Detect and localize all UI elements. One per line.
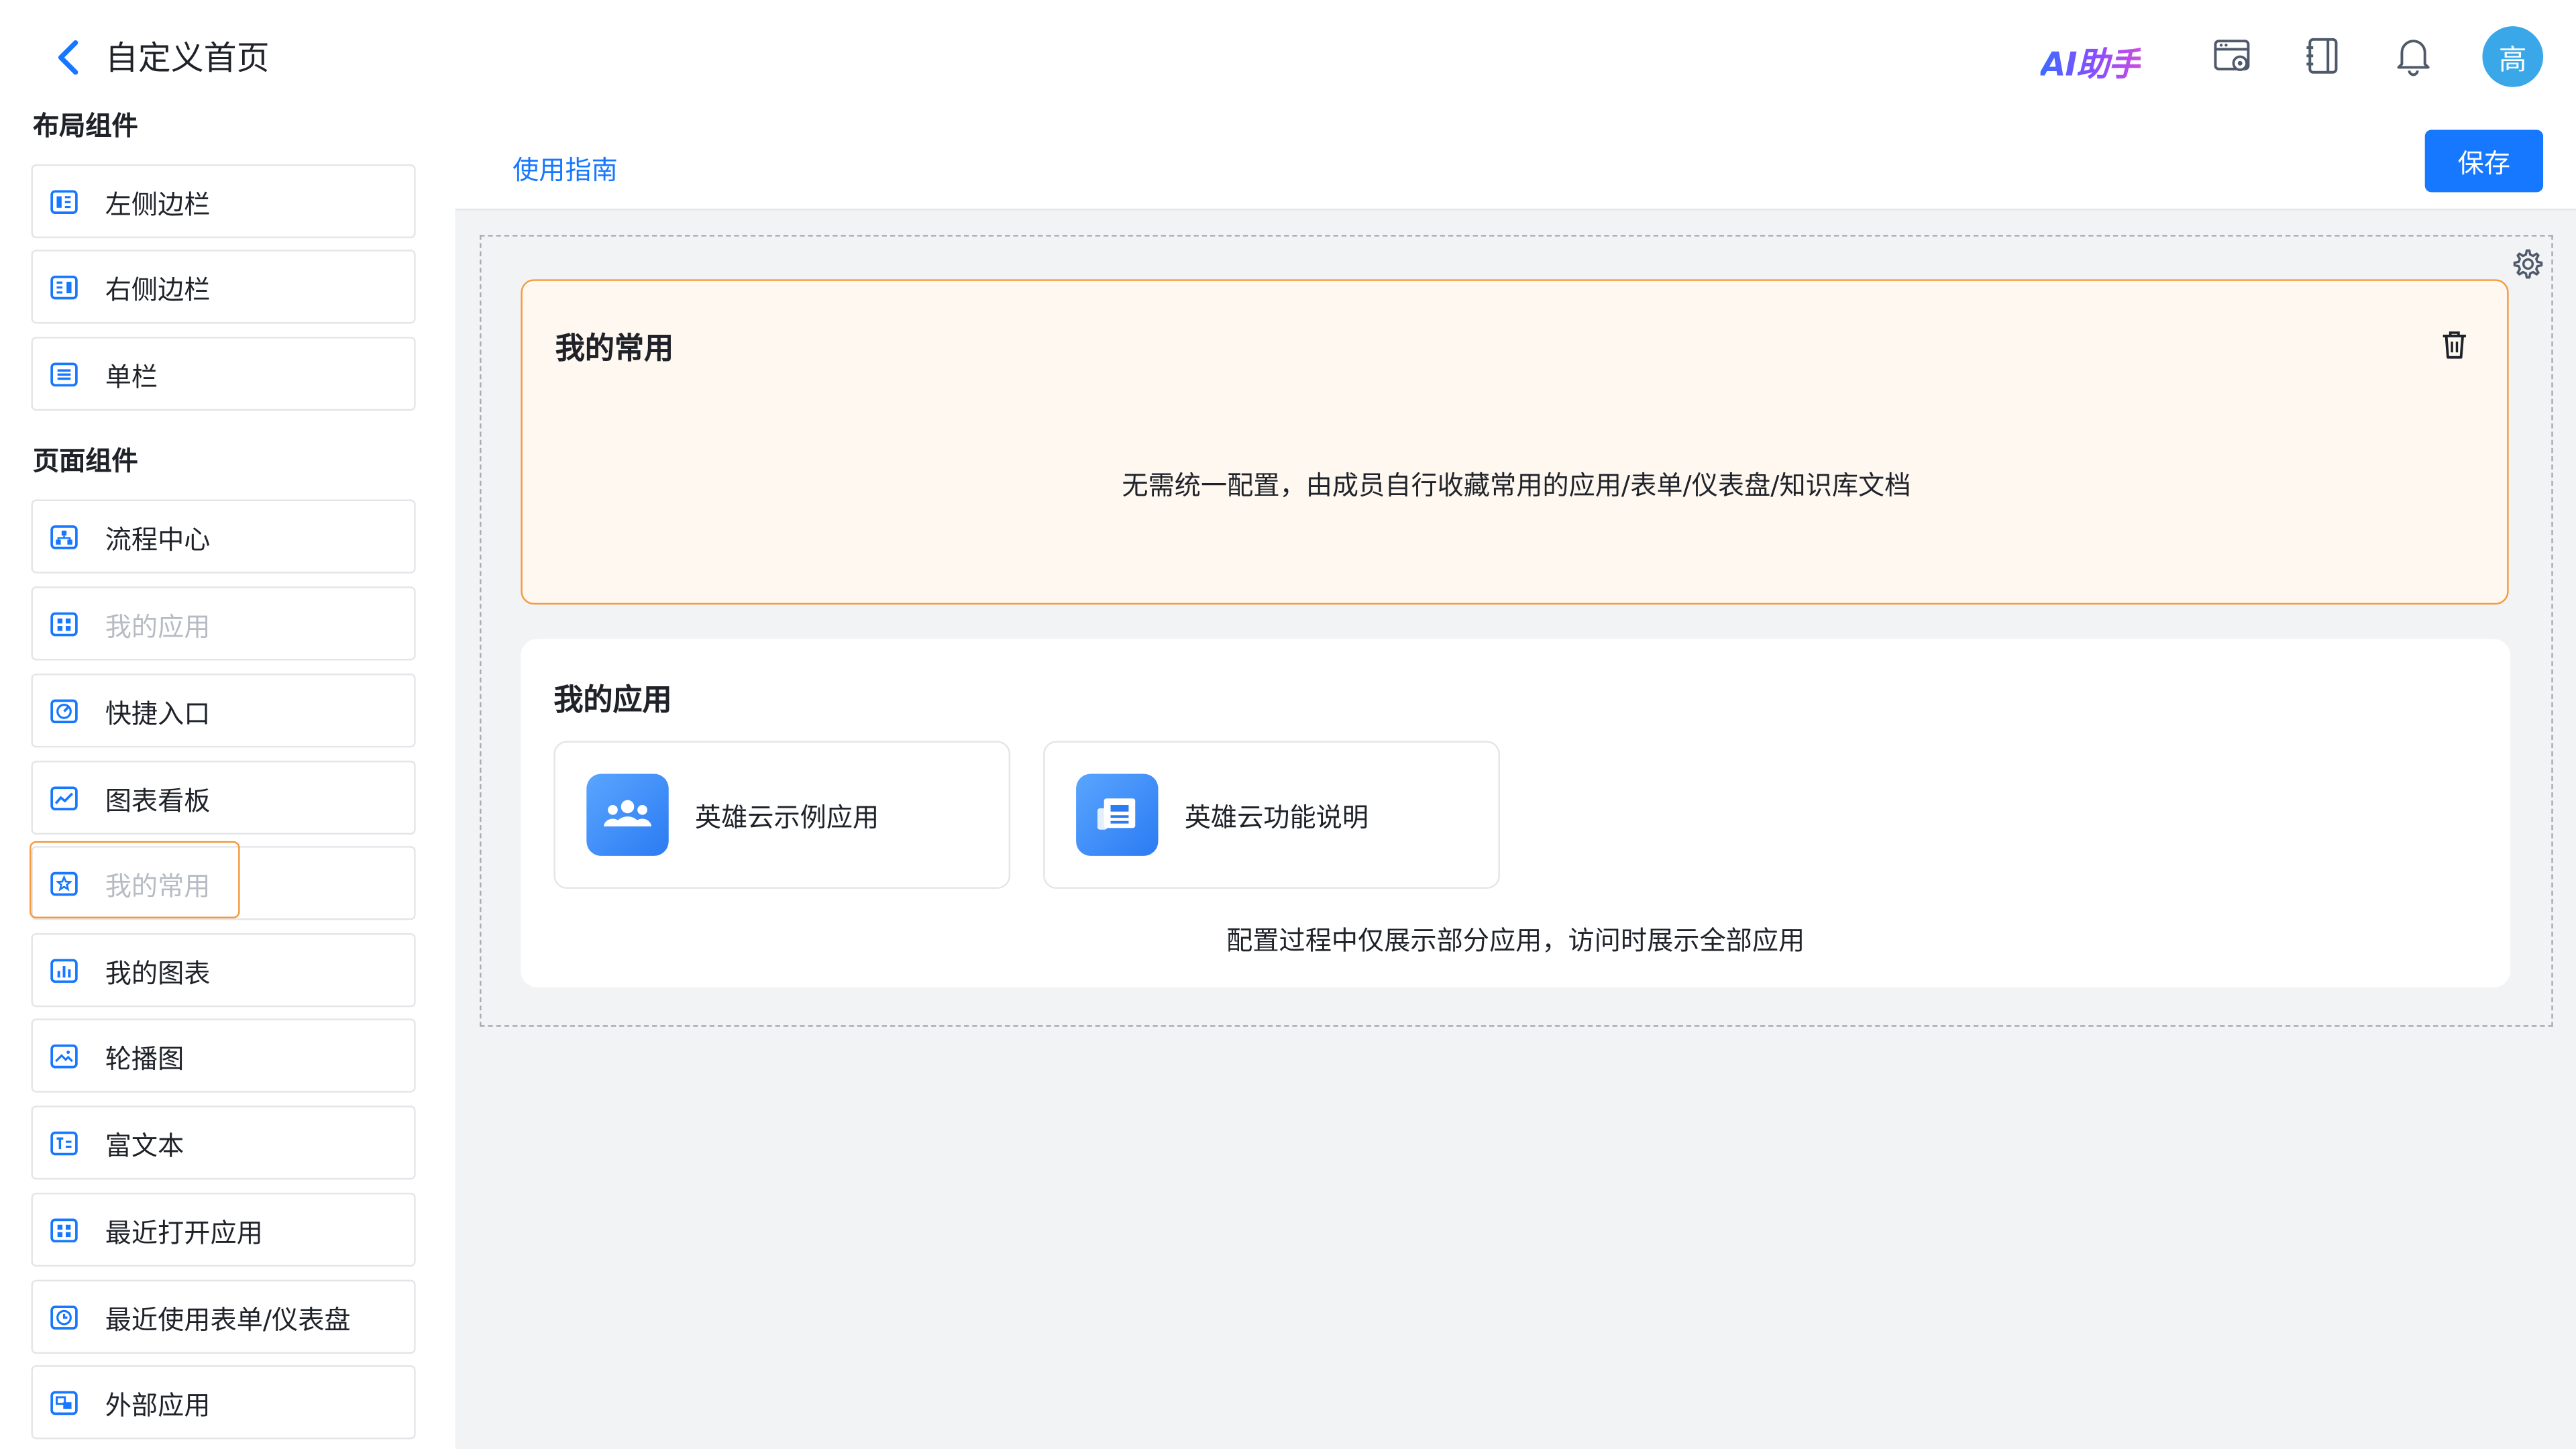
- ai-assistant-button[interactable]: AI助手: [2041, 38, 2141, 85]
- component-sidebar: 布局组件 左侧边栏 右侧边栏 单栏 页面组件 流程中心 我的应用 快捷入口 图表…: [0, 95, 455, 1449]
- star-icon: [50, 871, 78, 896]
- recent-apps-icon: [50, 1218, 78, 1242]
- component-recent-forms[interactable]: 最近使用表单/仪表盘: [31, 1279, 416, 1354]
- component-recent-apps[interactable]: 最近打开应用: [31, 1192, 416, 1267]
- layout-canvas[interactable]: 我的常用 无需统一配置，由成员自行收藏常用的应用/表单/仪表盘/知识库文档 我的…: [480, 235, 2553, 1027]
- workflow-icon: [50, 524, 78, 549]
- user-avatar[interactable]: 高: [2482, 26, 2544, 87]
- component-label: 最近使用表单/仪表盘: [105, 1303, 351, 1335]
- component-carousel[interactable]: 轮播图: [31, 1018, 416, 1093]
- app-tile[interactable]: 英雄云功能说明: [1043, 741, 1500, 889]
- component-label: 单栏: [105, 360, 158, 392]
- component-label: 流程中心: [105, 523, 211, 555]
- document-icon: [1076, 773, 1159, 856]
- bar-chart-icon: [50, 958, 78, 982]
- favorites-description: 无需统一配置，由成员自行收藏常用的应用/表单/仪表盘/知识库文档: [1122, 470, 1911, 501]
- bell-icon[interactable]: [2392, 34, 2435, 77]
- main-editor: 使用指南 保存 我的常用 无需统一配置，由成员自行收藏常用的应用/表单/仪表盘/…: [455, 115, 2576, 1449]
- notebook-icon[interactable]: [2302, 34, 2345, 77]
- component-label: 我的常用: [105, 869, 211, 902]
- component-my-charts[interactable]: 我的图表: [31, 933, 416, 1008]
- app-name: 英雄云示例应用: [694, 802, 879, 833]
- external-app-icon: [50, 1390, 78, 1414]
- rich-text-icon: [50, 1130, 78, 1155]
- apps-config-note: 配置过程中仅展示部分应用，访问时展示全部应用: [1226, 924, 1805, 957]
- single-column-icon: [50, 362, 78, 386]
- component-left-sidebar[interactable]: 左侧边栏: [31, 164, 416, 239]
- component-chart-board[interactable]: 图表看板: [31, 760, 416, 835]
- component-label: 轮播图: [105, 1042, 184, 1074]
- favorites-card-title: 我的常用: [555, 331, 674, 367]
- component-external-apps[interactable]: 外部应用: [31, 1365, 416, 1440]
- favorites-card[interactable]: 我的常用 无需统一配置，由成员自行收藏常用的应用/表单/仪表盘/知识库文档: [521, 279, 2509, 605]
- page-section-title: 页面组件: [32, 445, 138, 477]
- component-label: 我的图表: [105, 957, 211, 989]
- team-icon: [586, 773, 669, 856]
- usage-guide-link[interactable]: 使用指南: [513, 148, 618, 187]
- app-name: 英雄云功能说明: [1184, 802, 1369, 833]
- component-label: 快捷入口: [105, 697, 211, 729]
- component-single-column[interactable]: 单栏: [31, 337, 416, 411]
- apps-grid-icon: [50, 611, 78, 636]
- component-label: 外部应用: [105, 1389, 211, 1421]
- component-label: 图表看板: [105, 784, 211, 816]
- page-title: 自定义首页: [105, 38, 270, 78]
- apps-card-title: 我的应用: [553, 683, 672, 718]
- gear-icon[interactable]: [2509, 246, 2545, 282]
- component-label: 右侧边栏: [105, 273, 211, 305]
- component-my-favorites[interactable]: 我的常用: [31, 846, 416, 920]
- component-workflow-center[interactable]: 流程中心: [31, 499, 416, 574]
- trash-icon[interactable]: [2440, 329, 2469, 362]
- editor-toolbar: 使用指南 保存: [455, 115, 2576, 211]
- carousel-icon: [50, 1043, 78, 1068]
- component-label: 我的应用: [105, 610, 211, 642]
- component-label: 富文本: [105, 1129, 184, 1161]
- line-chart-icon: [50, 786, 78, 810]
- shortcut-icon: [50, 698, 78, 722]
- clock-icon: [50, 1305, 78, 1329]
- component-rich-text[interactable]: 富文本: [31, 1106, 416, 1180]
- right-sidebar-icon: [50, 274, 78, 299]
- back-arrow-icon[interactable]: [49, 33, 89, 82]
- component-shortcut[interactable]: 快捷入口: [31, 674, 416, 748]
- left-sidebar-icon: [50, 189, 78, 213]
- component-right-sidebar[interactable]: 右侧边栏: [31, 250, 416, 324]
- component-label: 最近打开应用: [105, 1216, 263, 1248]
- browser-settings-icon[interactable]: [2211, 34, 2254, 77]
- app-tile[interactable]: 英雄云示例应用: [553, 741, 1011, 889]
- component-my-apps[interactable]: 我的应用: [31, 586, 416, 661]
- component-label: 左侧边栏: [105, 188, 211, 219]
- my-apps-card[interactable]: 我的应用 英雄云示例应用 英雄云功能说明 配置过程中仅展示部分应用，访问时展示全…: [521, 639, 2511, 987]
- save-button[interactable]: 保存: [2424, 129, 2544, 193]
- layout-section-title: 布局组件: [32, 110, 138, 142]
